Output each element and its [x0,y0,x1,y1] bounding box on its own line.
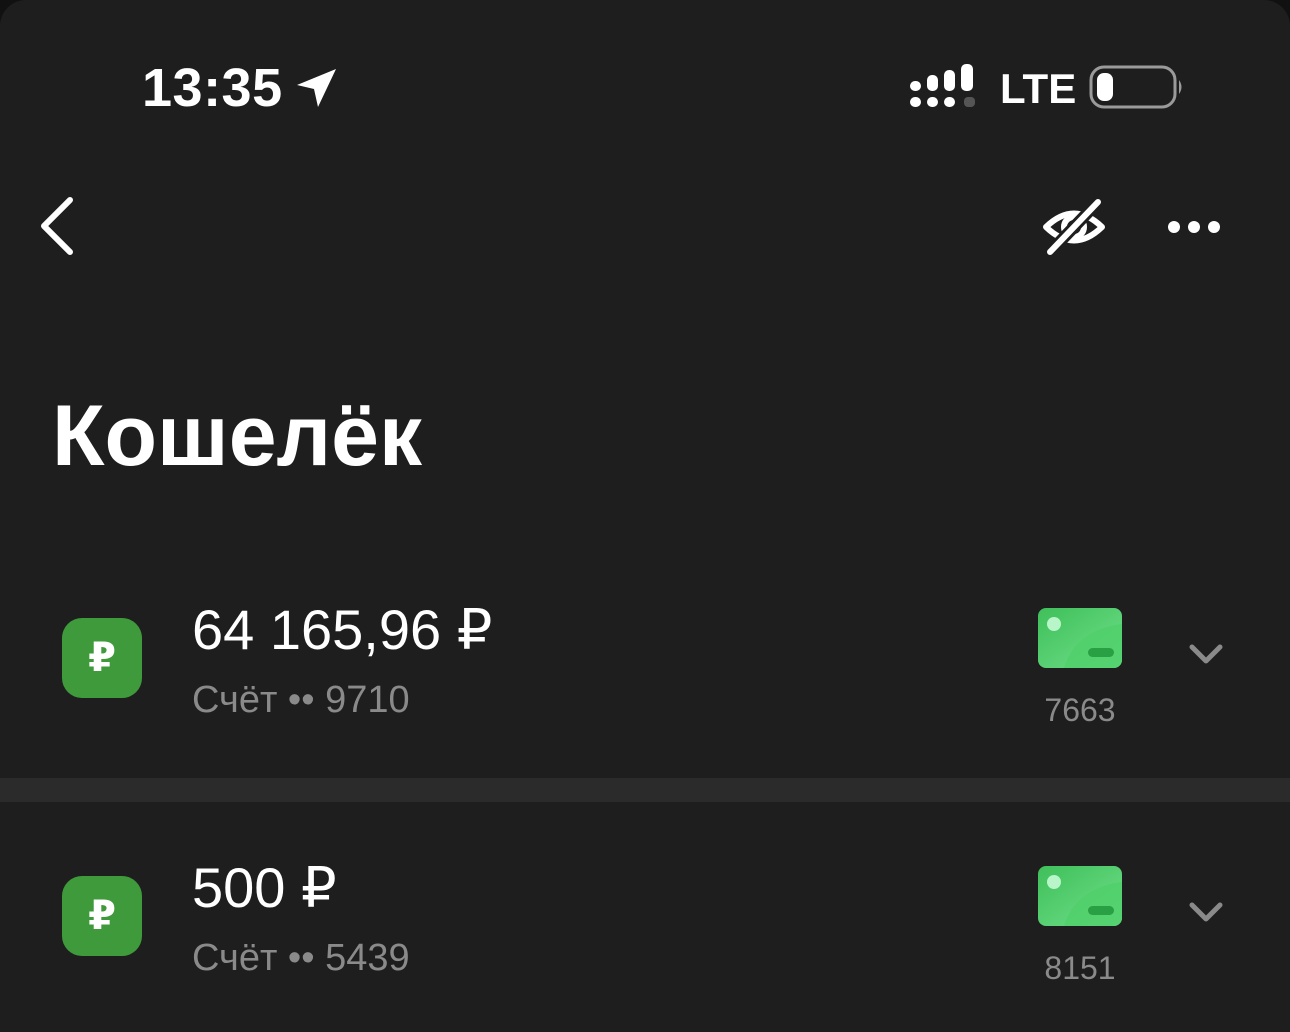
card-thumbnail-icon[interactable] [1038,866,1122,926]
ruble-icon: ₽ [62,618,142,698]
ruble-icon: ₽ [62,876,142,956]
back-button[interactable] [30,190,90,262]
chevron-down-icon[interactable] [1186,896,1226,928]
card-number: 7663 [1044,692,1116,728]
eye-slash-icon[interactable] [1040,196,1108,258]
signal-icon [910,64,975,107]
card-number: 8151 [1044,950,1116,986]
account-row[interactable]: ₽ 64 165,96 ₽ Счёт •• 9710 7663 [0,556,1290,780]
divider [0,778,1290,802]
network-type: LTE [1000,65,1077,112]
account-label: Счёт •• 5439 [192,937,410,979]
page-title: Кошелёк [52,388,423,484]
account-label: Счёт •• 9710 [192,679,410,721]
account-balance: 500 ₽ [192,856,337,919]
status-bar: 13:35 LTE [0,0,1290,150]
card-thumbnail-icon[interactable] [1038,608,1122,668]
account-row[interactable]: ₽ 500 ₽ Счёт •• 5439 8151 [0,814,1290,1032]
account-balance: 64 165,96 ₽ [192,598,493,661]
chevron-down-icon[interactable] [1186,638,1226,670]
battery-icon [1089,65,1182,109]
wallet-screen: 13:35 LTE Кошелёк ₽ 64 165,96 ₽ Счёт •• … [0,0,1290,1032]
ellipsis-icon[interactable] [1162,204,1226,250]
status-time: 13:35 [142,58,283,118]
location-arrow-icon [297,69,336,107]
